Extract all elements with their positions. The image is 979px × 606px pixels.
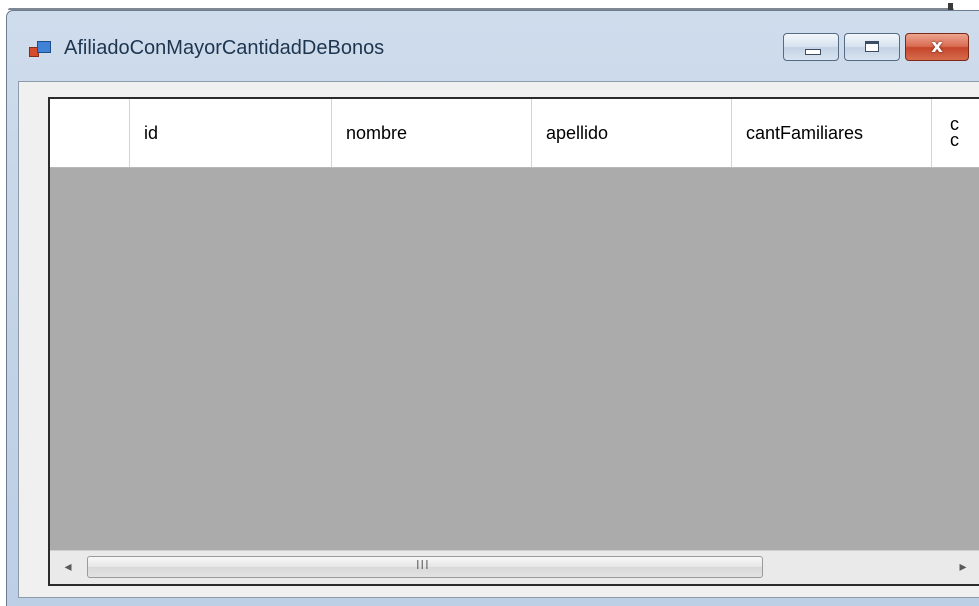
scroll-left-arrow-icon[interactable]: ◂ xyxy=(58,557,78,577)
minimize-button[interactable] xyxy=(783,33,839,61)
column-header-id[interactable]: id xyxy=(130,99,332,167)
column-header-apellido[interactable]: apellido xyxy=(532,99,732,167)
scrollbar-grip-icon: III xyxy=(416,558,430,572)
app-icon-square-blue xyxy=(37,41,51,53)
horizontal-scrollbar[interactable]: ◂ III ▸ xyxy=(50,550,979,584)
column-header-truncated[interactable]: c c xyxy=(932,99,979,167)
close-button[interactable]: x xyxy=(905,33,969,61)
app-window: AfiliadoConMayorCantidadDeBonos x id nom… xyxy=(6,10,979,606)
maximize-icon xyxy=(865,41,879,52)
minimize-icon xyxy=(805,49,821,55)
app-window-icon[interactable] xyxy=(29,39,51,61)
data-grid[interactable]: id nombre apellido cantFamiliares c c ◂ … xyxy=(48,97,979,586)
maximize-button[interactable] xyxy=(844,33,900,61)
title-bar[interactable]: AfiliadoConMayorCantidadDeBonos x xyxy=(7,11,979,81)
row-header-corner[interactable] xyxy=(50,99,130,167)
close-icon: x xyxy=(931,36,943,57)
column-header-cantfamiliares[interactable]: cantFamiliares xyxy=(732,99,932,167)
grid-header-row: id nombre apellido cantFamiliares c c xyxy=(50,99,979,168)
window-title: AfiliadoConMayorCantidadDeBonos xyxy=(64,37,385,59)
form-client-area: id nombre apellido cantFamiliares c c ◂ … xyxy=(18,81,979,598)
scroll-right-arrow-icon[interactable]: ▸ xyxy=(953,557,973,577)
scrollbar-thumb[interactable]: III xyxy=(87,556,763,578)
column-header-nombre[interactable]: nombre xyxy=(332,99,532,167)
